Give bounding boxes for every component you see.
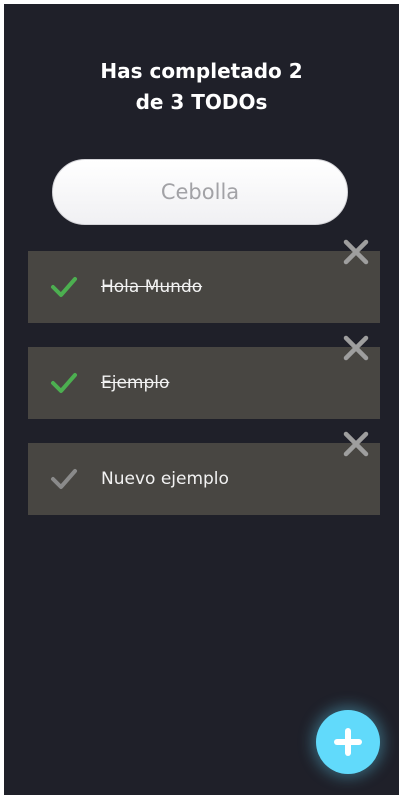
todo-app: Has completado 2 de 3 TODOs Hola Mundo <box>4 4 399 795</box>
check-icon[interactable] <box>50 274 78 300</box>
close-icon[interactable] <box>342 334 370 362</box>
todo-item: Ejemplo <box>28 335 380 419</box>
todo-text: Ejemplo <box>101 373 170 393</box>
close-icon[interactable] <box>342 238 370 266</box>
todo-item: Nuevo ejemplo <box>28 431 380 515</box>
todo-list: Hola Mundo Ejemplo Nuevo ejemplo <box>4 4 399 795</box>
add-todo-button[interactable] <box>316 710 380 774</box>
plus-icon <box>334 728 362 756</box>
todo-item: Hola Mundo <box>28 239 380 323</box>
check-icon[interactable] <box>50 370 78 396</box>
todo-text: Nuevo ejemplo <box>101 469 229 489</box>
check-icon[interactable] <box>50 466 78 492</box>
todo-text: Hola Mundo <box>101 277 203 297</box>
close-icon[interactable] <box>342 430 370 458</box>
